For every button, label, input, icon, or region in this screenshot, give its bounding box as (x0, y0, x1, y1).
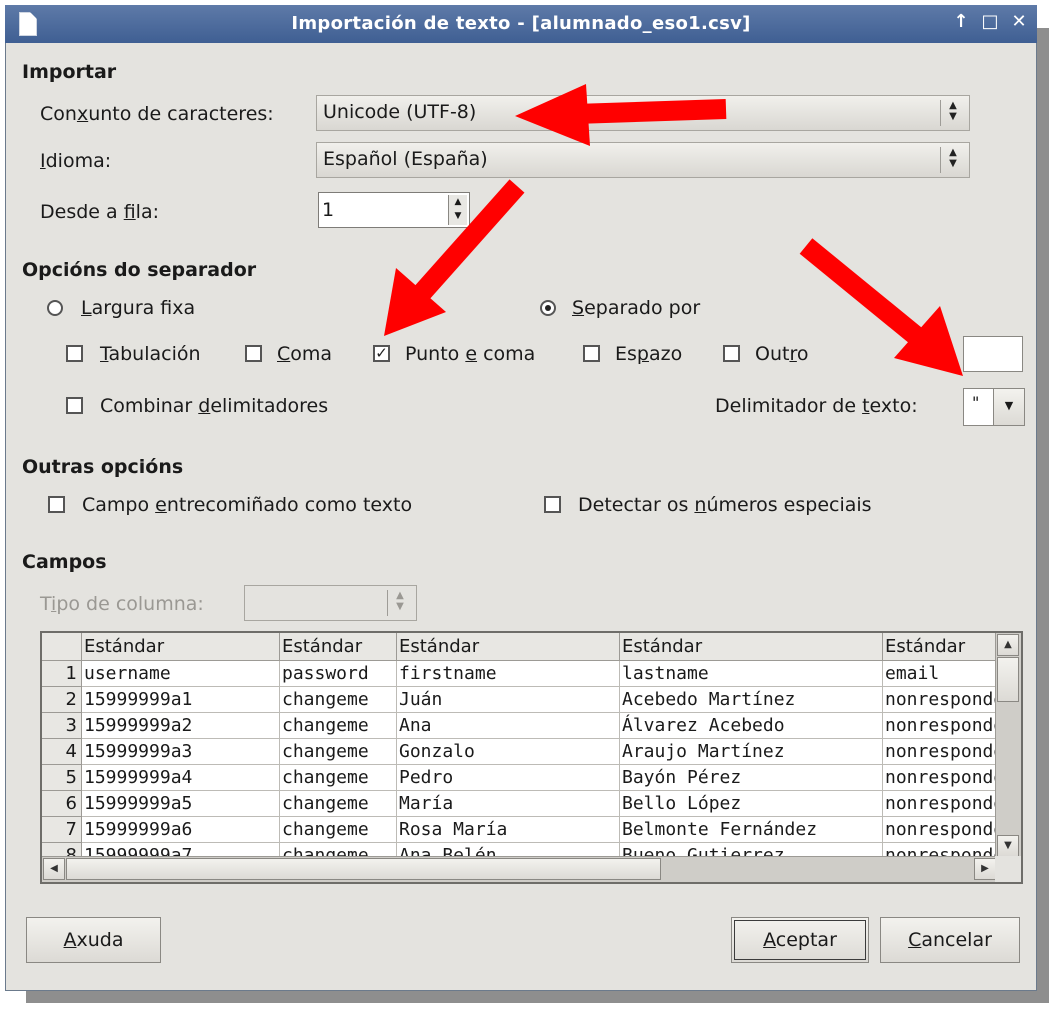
annotation-arrows (384, 84, 963, 376)
annotation-arrow (515, 84, 727, 146)
annotation-arrow (384, 179, 525, 336)
annotation-arrow (799, 238, 963, 376)
